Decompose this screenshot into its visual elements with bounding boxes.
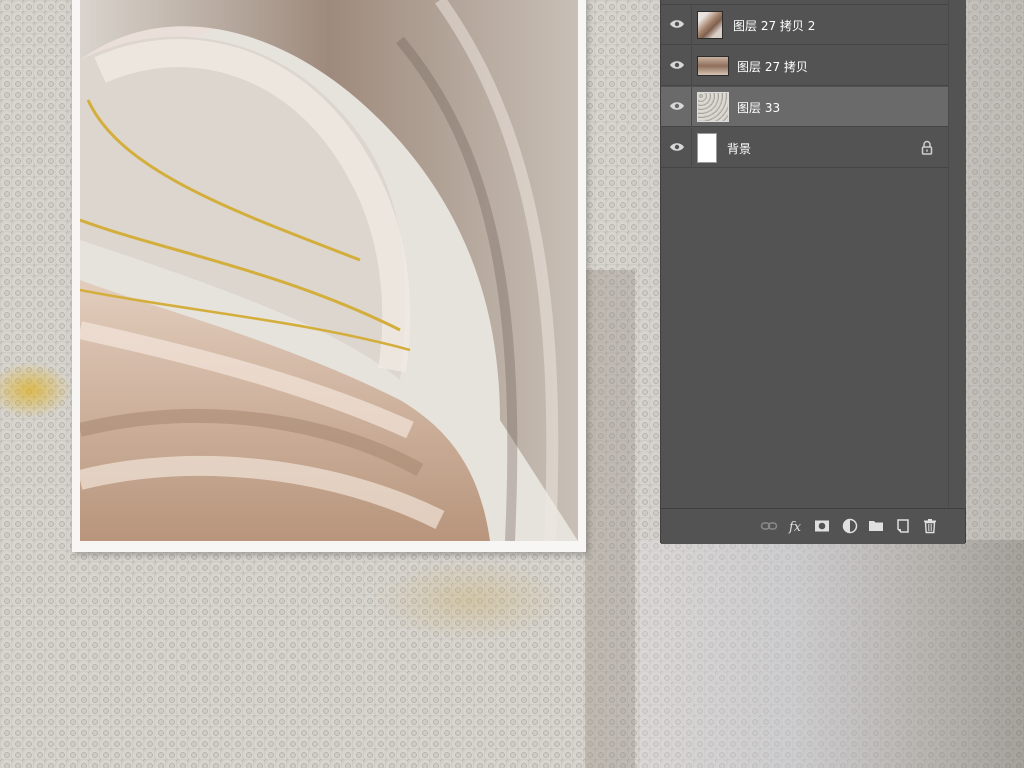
frame-shadow — [585, 270, 635, 768]
row-divider — [691, 87, 692, 127]
adjustment-icon[interactable] — [841, 517, 859, 535]
trash-icon[interactable] — [921, 517, 939, 535]
abstract-swirl-artwork — [80, 0, 578, 541]
eye-icon[interactable] — [669, 59, 685, 71]
row-divider — [691, 128, 692, 168]
row-divider — [691, 5, 692, 45]
mask-icon[interactable] — [813, 517, 831, 535]
layer-name: 图层 27 拷贝 — [737, 60, 808, 74]
layers-panel: 图层 27 拷贝 2 图层 27 拷贝 图层 33 背景 fx — [660, 0, 966, 544]
layer-thumbnail — [697, 133, 717, 163]
layer-thumbnail — [697, 11, 723, 39]
eye-icon[interactable] — [669, 141, 685, 153]
new-layer-icon[interactable] — [894, 517, 912, 535]
svg-text:fx: fx — [788, 520, 802, 535]
layer-row-3[interactable]: 图层 33 — [661, 87, 948, 127]
background-streak — [640, 540, 1024, 768]
lock-icon[interactable] — [920, 140, 934, 156]
layers-scrollbar[interactable] — [948, 0, 966, 508]
eye-icon[interactable] — [669, 100, 685, 112]
fx-icon[interactable]: fx — [787, 517, 805, 535]
layer-row-1[interactable]: 图层 27 拷贝 2 — [661, 5, 948, 45]
layers-panel-toolbar: fx — [661, 508, 965, 544]
eye-icon[interactable] — [669, 18, 685, 30]
photo-frame — [72, 0, 586, 552]
folder-icon[interactable] — [867, 517, 885, 535]
layer-thumbnail — [697, 92, 729, 122]
layer-row-4[interactable]: 背景 — [661, 128, 948, 168]
layer-thumbnail — [697, 56, 729, 76]
link-layers-icon[interactable] — [760, 517, 778, 535]
layer-name: 图层 33 — [737, 101, 781, 115]
layer-name: 图层 27 拷贝 2 — [733, 19, 816, 33]
layer-name: 背景 — [727, 142, 752, 156]
layer-row-2[interactable]: 图层 27 拷贝 — [661, 46, 948, 86]
row-divider — [691, 46, 692, 86]
